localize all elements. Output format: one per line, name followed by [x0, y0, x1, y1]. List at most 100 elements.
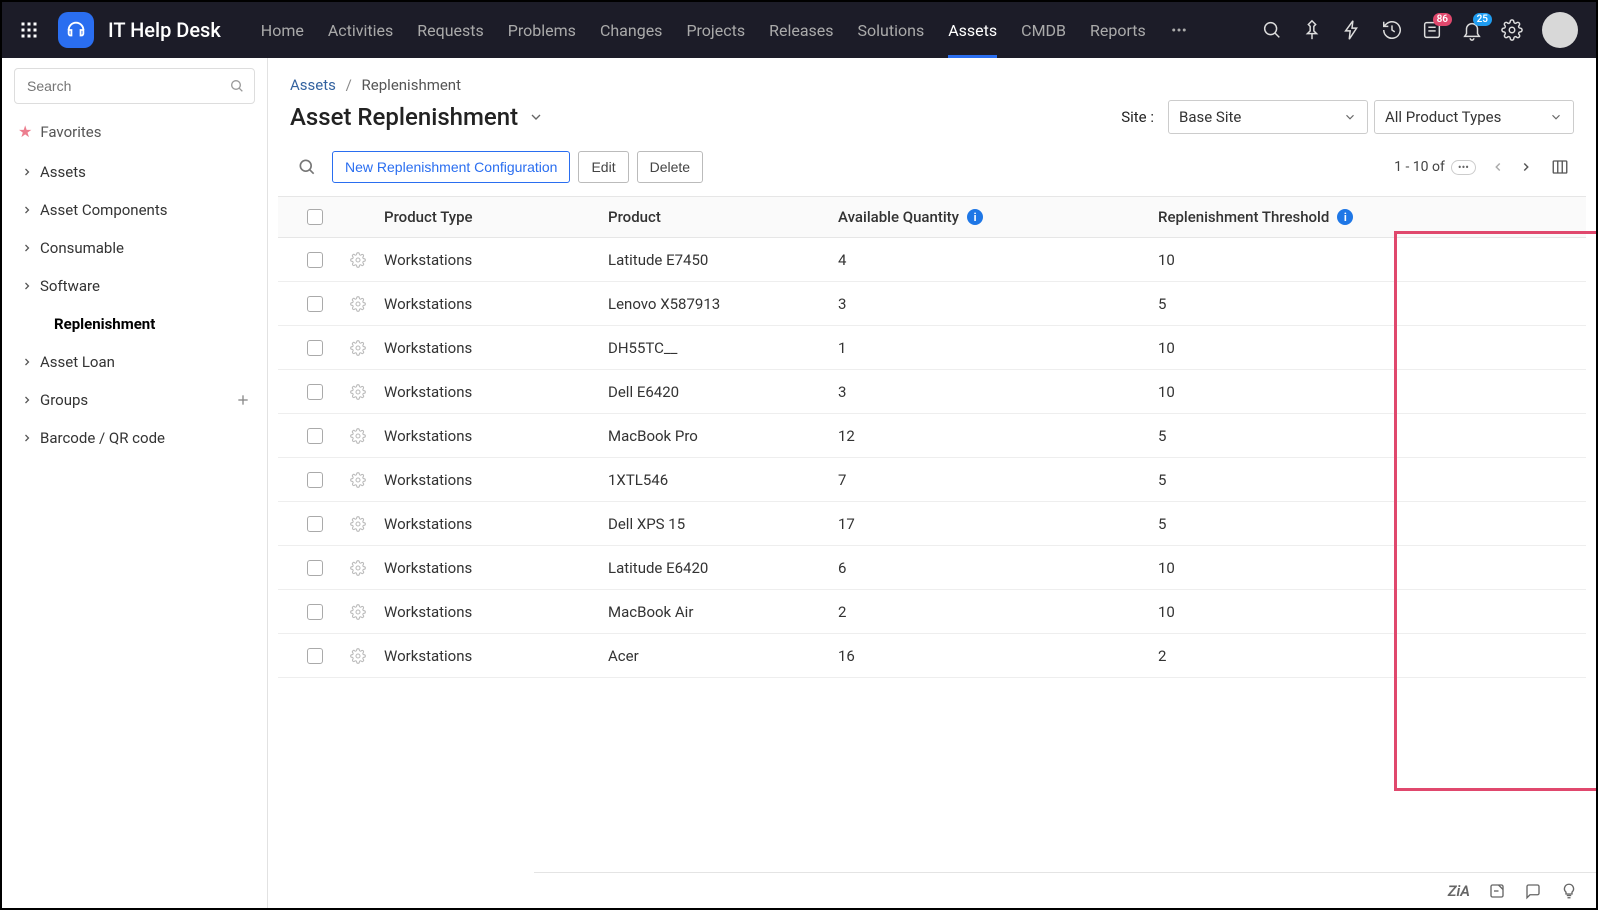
title-chevron-down-icon[interactable]: [528, 109, 544, 125]
pagination-next[interactable]: [1512, 153, 1540, 181]
table-row[interactable]: WorkstationsDell E6420310: [278, 370, 1586, 414]
sidebar-item-label: Replenishment: [54, 315, 155, 333]
row-checkbox[interactable]: [307, 296, 323, 312]
sidebar-item-consumable[interactable]: Consumable: [14, 229, 255, 267]
cell-product: Dell E6420: [608, 383, 838, 401]
breadcrumb-root[interactable]: Assets: [290, 76, 336, 94]
table-row[interactable]: WorkstationsMacBook Pro125: [278, 414, 1586, 458]
row-gear-icon[interactable]: [338, 604, 378, 620]
row-gear-icon[interactable]: [338, 560, 378, 576]
table-row[interactable]: WorkstationsDH55TC__110: [278, 326, 1586, 370]
row-checkbox[interactable]: [307, 252, 323, 268]
row-checkbox[interactable]: [307, 384, 323, 400]
tips-icon[interactable]: [1560, 882, 1578, 900]
nav-projects[interactable]: Projects: [674, 2, 757, 58]
row-gear-icon[interactable]: [338, 340, 378, 356]
nav-requests[interactable]: Requests: [405, 2, 496, 58]
nav-activities[interactable]: Activities: [316, 2, 405, 58]
pagination-more[interactable]: •••: [1451, 160, 1476, 175]
column-replenishment-threshold[interactable]: Replenishment Threshold i: [1158, 208, 1378, 226]
sidebar-item-asset-components[interactable]: Asset Components: [14, 191, 255, 229]
nav-releases[interactable]: Releases: [757, 2, 845, 58]
row-gear-icon[interactable]: [338, 648, 378, 664]
cell-quantity: 1: [838, 339, 1158, 357]
row-gear-icon[interactable]: [338, 296, 378, 312]
site-dropdown[interactable]: Base Site: [1168, 100, 1368, 134]
pagination-prev[interactable]: [1484, 153, 1512, 181]
table-row[interactable]: WorkstationsLatitude E7450410: [278, 238, 1586, 282]
sidebar-item-replenishment[interactable]: Replenishment: [14, 305, 255, 343]
new-replenishment-button[interactable]: New Replenishment Configuration: [332, 151, 570, 183]
cell-quantity: 4: [838, 251, 1158, 269]
cell-threshold: 5: [1158, 295, 1378, 313]
history-icon[interactable]: [1372, 10, 1412, 50]
row-checkbox[interactable]: [307, 472, 323, 488]
row-checkbox[interactable]: [307, 560, 323, 576]
nav-reports[interactable]: Reports: [1078, 2, 1158, 58]
avatar[interactable]: [1542, 12, 1578, 48]
column-product-type[interactable]: Product Type: [378, 208, 608, 226]
row-gear-icon[interactable]: [338, 516, 378, 532]
notifications-icon[interactable]: 25: [1452, 10, 1492, 50]
global-search-icon[interactable]: [1252, 10, 1292, 50]
cell-product: Latitude E7450: [608, 251, 838, 269]
note-icon[interactable]: [1488, 882, 1506, 900]
table-row[interactable]: WorkstationsMacBook Air210: [278, 590, 1586, 634]
table-row[interactable]: Workstations1XTL54675: [278, 458, 1586, 502]
row-gear-icon[interactable]: [338, 472, 378, 488]
settings-icon[interactable]: [1492, 10, 1532, 50]
column-settings-icon[interactable]: [1546, 153, 1574, 181]
cell-quantity: 6: [838, 559, 1158, 577]
product-type-dropdown[interactable]: All Product Types: [1374, 100, 1574, 134]
select-all-checkbox[interactable]: [307, 209, 323, 225]
zia-icon[interactable]: ZiA: [1448, 882, 1470, 900]
nav-problems[interactable]: Problems: [496, 2, 588, 58]
table-row[interactable]: WorkstationsAcer162: [278, 634, 1586, 678]
row-checkbox[interactable]: [307, 648, 323, 664]
delete-button[interactable]: Delete: [637, 151, 703, 183]
sidebar-item-asset-loan[interactable]: Asset Loan: [14, 343, 255, 381]
nav-cmdb[interactable]: CMDB: [1009, 2, 1078, 58]
nav-solutions[interactable]: Solutions: [846, 2, 937, 58]
row-gear-icon[interactable]: [338, 428, 378, 444]
cell-quantity: 3: [838, 383, 1158, 401]
pin-icon[interactable]: [1292, 10, 1332, 50]
table-row[interactable]: WorkstationsLenovo X58791335: [278, 282, 1586, 326]
table-row[interactable]: WorkstationsLatitude E6420610: [278, 546, 1586, 590]
table-row[interactable]: WorkstationsDell XPS 15175: [278, 502, 1586, 546]
row-checkbox[interactable]: [307, 428, 323, 444]
bottom-toolbar: ZiA: [534, 872, 1596, 908]
plus-icon[interactable]: [235, 392, 251, 408]
cell-product: Latitude E6420: [608, 559, 838, 577]
column-product[interactable]: Product: [608, 208, 838, 226]
sidebar-item-label: Consumable: [40, 239, 124, 257]
table-search-icon[interactable]: [290, 150, 324, 184]
sidebar-item-label: Asset Components: [40, 201, 167, 219]
product-type-dropdown-value: All Product Types: [1385, 108, 1501, 126]
sidebar-item-software[interactable]: Software: [14, 267, 255, 305]
sidebar-item-barcode-qr-code[interactable]: Barcode / QR code: [14, 419, 255, 457]
sidebar-item-assets[interactable]: Assets: [14, 153, 255, 191]
nav-home[interactable]: Home: [249, 2, 316, 58]
info-icon[interactable]: i: [967, 209, 983, 225]
row-checkbox[interactable]: [307, 604, 323, 620]
row-checkbox[interactable]: [307, 340, 323, 356]
favorites-row[interactable]: ★ Favorites: [14, 116, 255, 153]
nav-more[interactable]: [1158, 2, 1200, 58]
chat-icon[interactable]: [1524, 882, 1542, 900]
nav-changes[interactable]: Changes: [588, 2, 675, 58]
column-available-quantity[interactable]: Available Quantity i: [838, 208, 1158, 226]
info-icon[interactable]: i: [1337, 209, 1353, 225]
cell-product: MacBook Pro: [608, 427, 838, 445]
nav-assets[interactable]: Assets: [936, 2, 1009, 58]
cell-product-type: Workstations: [378, 251, 608, 269]
row-gear-icon[interactable]: [338, 252, 378, 268]
sidebar-search-input[interactable]: [14, 68, 255, 104]
sidebar-item-groups[interactable]: Groups: [14, 381, 255, 419]
bolt-icon[interactable]: [1332, 10, 1372, 50]
row-gear-icon[interactable]: [338, 384, 378, 400]
row-checkbox[interactable]: [307, 516, 323, 532]
edit-button[interactable]: Edit: [578, 151, 628, 183]
announcements-icon[interactable]: 86: [1412, 10, 1452, 50]
apps-grid-icon[interactable]: [20, 21, 38, 39]
